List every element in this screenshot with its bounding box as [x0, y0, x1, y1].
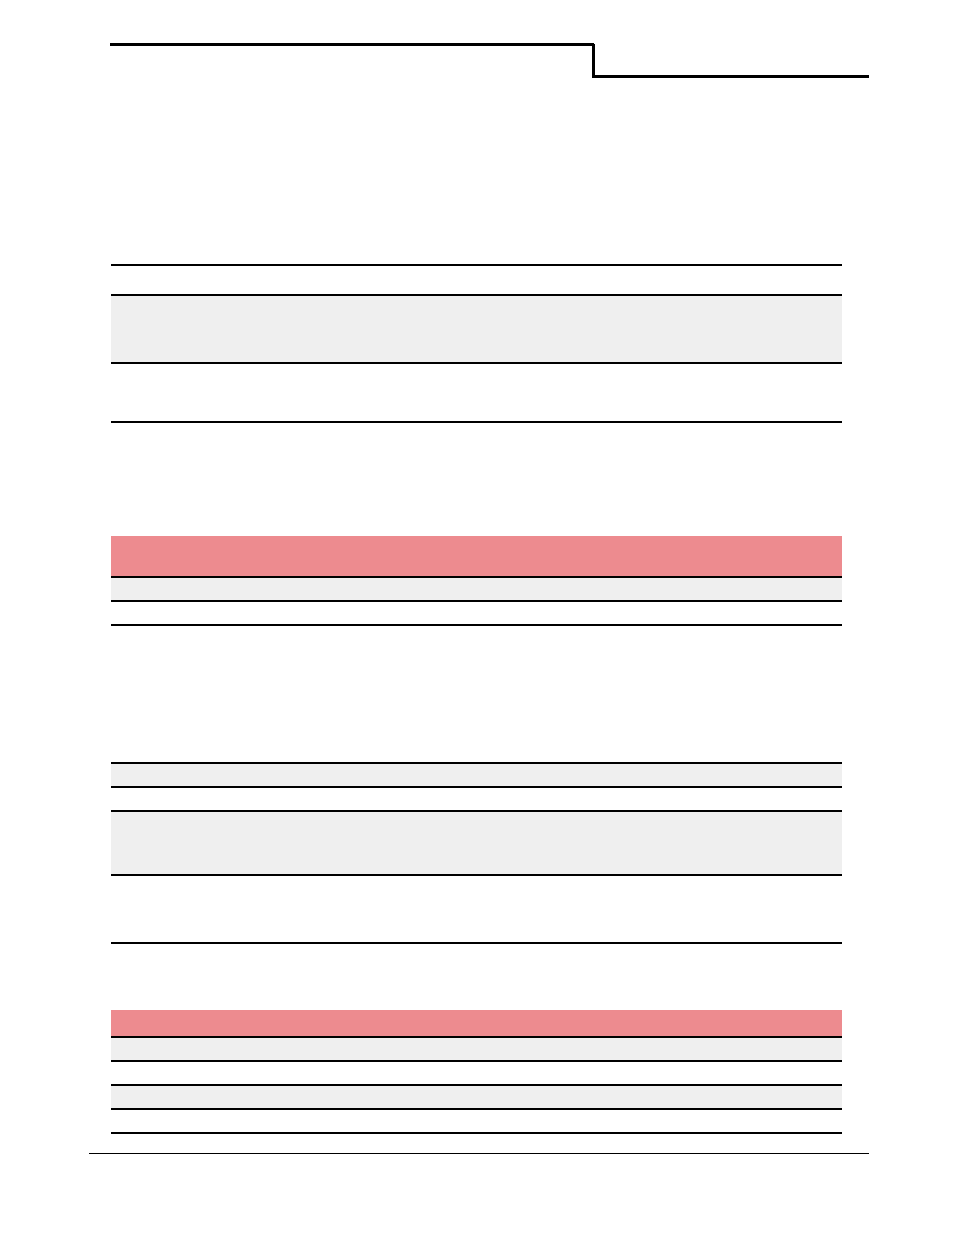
block2-row — [111, 624, 842, 626]
table-block-2 — [111, 536, 842, 626]
page — [0, 0, 954, 1235]
block4-row — [111, 1110, 842, 1132]
step-rule-bottom — [595, 75, 869, 78]
block2-row — [111, 536, 842, 576]
block3-row — [111, 812, 842, 874]
table-block-3 — [111, 762, 842, 944]
block4-row — [111, 1132, 842, 1134]
block1-row — [111, 364, 842, 421]
block3-row — [111, 764, 842, 786]
block1-row — [111, 266, 842, 294]
step-rule-top — [110, 43, 594, 46]
block4-row — [111, 1010, 842, 1036]
block3-row — [111, 876, 842, 942]
block3-row — [111, 788, 842, 810]
block4-row — [111, 1062, 842, 1084]
block2-row — [111, 578, 842, 600]
block1-row — [111, 296, 842, 362]
footer-rule — [89, 1153, 869, 1154]
block1-row — [111, 421, 842, 423]
table-block-1 — [111, 264, 842, 423]
block4-row — [111, 1086, 842, 1108]
block4-row — [111, 1038, 842, 1060]
block2-row — [111, 602, 842, 624]
table-block-4 — [111, 1010, 842, 1134]
step-rule-vert — [592, 44, 595, 78]
block3-row — [111, 942, 842, 944]
